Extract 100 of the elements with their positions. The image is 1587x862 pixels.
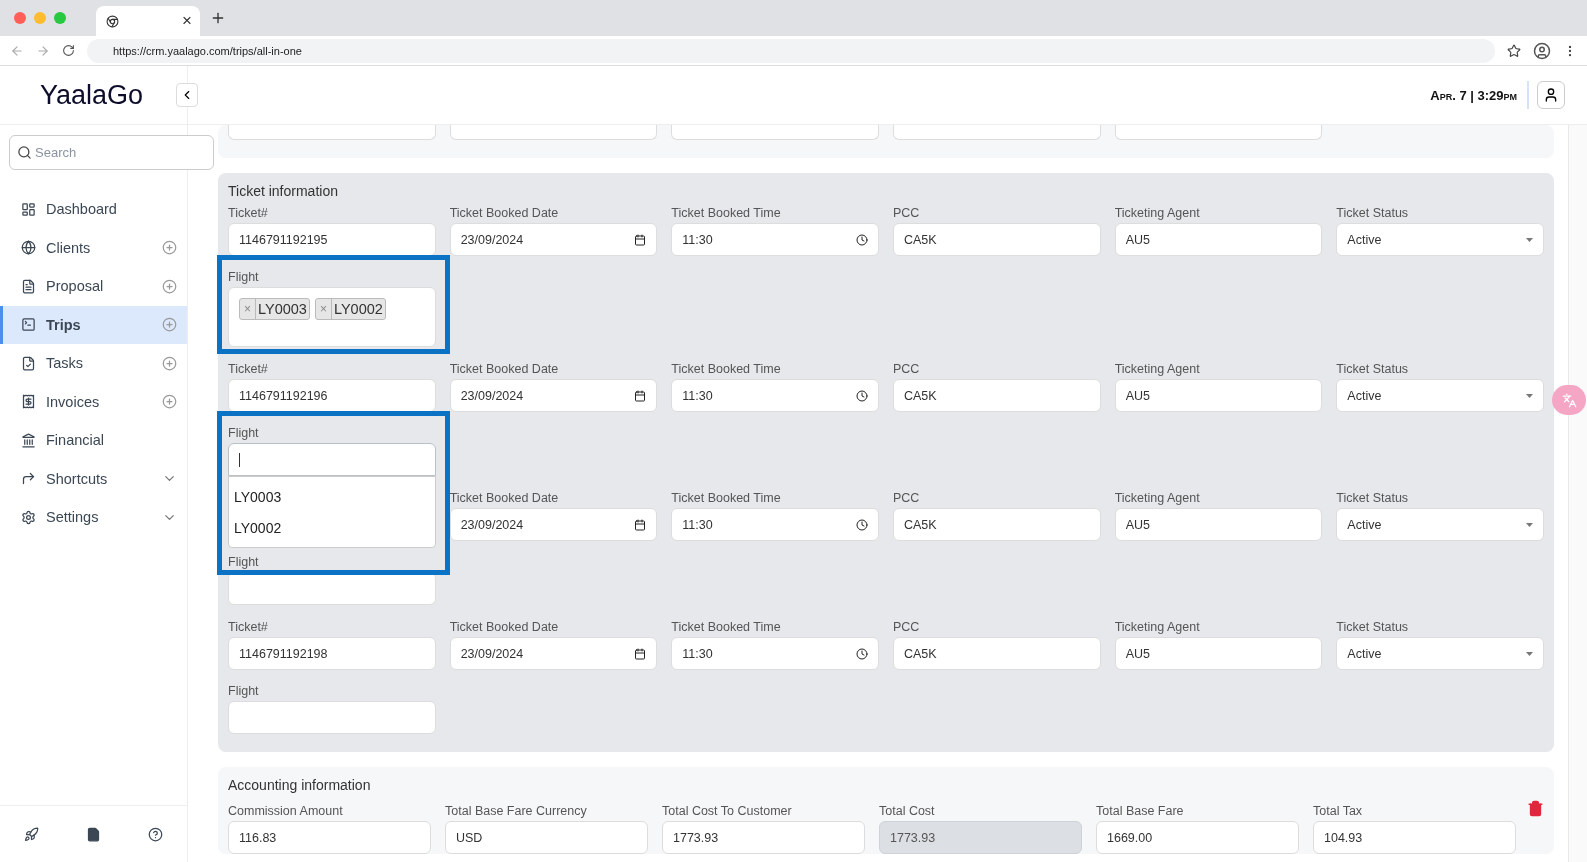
close-window-button[interactable] — [14, 12, 26, 24]
close-tab-button[interactable]: × — [182, 11, 192, 31]
date-field[interactable]: 23/09/2024 — [449, 223, 658, 256]
field-label: Ticketing Agent — [1114, 491, 1201, 505]
document-icon[interactable] — [86, 826, 101, 842]
time-field[interactable]: 11:30 — [671, 223, 879, 256]
field-label: Ticket Booked Date — [449, 620, 560, 634]
text-field[interactable]: CA5K — [893, 637, 1101, 670]
time-field[interactable]: 11:30 — [671, 379, 879, 412]
sidebar-item[interactable]: Proposal — [0, 267, 187, 306]
delete-icon[interactable] — [1527, 800, 1544, 817]
text-field[interactable]: 104.93 — [1313, 821, 1516, 854]
text-field[interactable]: 1773.93 — [662, 821, 865, 854]
text-field[interactable]: 1146791192196 — [228, 379, 436, 412]
flight-field[interactable] — [228, 701, 436, 734]
add-icon[interactable] — [162, 355, 177, 371]
field-label: PCC — [893, 620, 921, 634]
new-tab-icon[interactable] — [210, 10, 226, 26]
text-field[interactable]: CA5K — [893, 223, 1101, 256]
forward-icon[interactable] — [36, 43, 50, 58]
field-label: Ticket# — [228, 206, 269, 220]
status-select[interactable]: Active — [1336, 508, 1544, 541]
terminal-icon — [21, 317, 36, 333]
sidebar-item[interactable]: Tasks — [0, 344, 187, 383]
field-label: Ticket# — [228, 620, 269, 634]
translate-button[interactable] — [1552, 385, 1586, 415]
field-label: Ticketing Agent — [1114, 362, 1201, 376]
text-field[interactable] — [449, 125, 658, 140]
document-icon — [21, 278, 36, 294]
field-label: Flight — [228, 555, 260, 569]
reload-icon[interactable] — [62, 44, 75, 57]
time-field[interactable]: 11:30 — [671, 508, 879, 541]
checked-document-icon — [21, 355, 36, 371]
sidebar-item[interactable]: Trips — [0, 305, 187, 344]
text-field[interactable]: 1669.00 — [1096, 821, 1299, 854]
text-field[interactable]: CA5K — [893, 379, 1101, 412]
text-cursor — [239, 452, 240, 467]
sidebar-item[interactable]: Financial — [0, 421, 187, 460]
status-select[interactable]: Active — [1336, 637, 1544, 670]
text-field[interactable] — [671, 125, 879, 140]
field-label: Ticketing Agent — [1114, 620, 1201, 634]
user-button[interactable] — [1537, 81, 1565, 109]
flight-tag: × LY0003 — [239, 298, 310, 320]
text-field[interactable]: AU5 — [1114, 637, 1323, 670]
dropdown-option[interactable]: LY0003 — [229, 481, 435, 512]
add-icon[interactable] — [162, 240, 177, 256]
text-field[interactable]: 1146791192195 — [228, 223, 436, 256]
field-label: PCC — [893, 206, 921, 220]
text-field[interactable] — [1114, 125, 1323, 140]
status-select[interactable]: Active — [1336, 223, 1544, 256]
field-label: Ticket Booked Time — [671, 206, 782, 220]
sidebar-item[interactable]: Clients — [0, 228, 187, 267]
date-field[interactable]: 23/09/2024 — [449, 508, 658, 541]
section-title: Accounting information — [228, 777, 372, 793]
field-label: Ticket Booked Date — [449, 491, 560, 505]
field-label: Ticket Status — [1336, 620, 1410, 634]
text-field[interactable]: AU5 — [1114, 223, 1323, 256]
dropdown-option[interactable]: LY0002 — [229, 512, 435, 543]
add-icon[interactable] — [162, 317, 177, 333]
collapse-sidebar-button[interactable] — [176, 83, 198, 107]
text-field[interactable]: USD — [445, 821, 648, 854]
field-label: Commission Amount — [228, 804, 344, 818]
receipt-icon — [21, 394, 36, 410]
address-bar[interactable]: https://crm.yaalago.com/trips/all-in-one — [87, 38, 1495, 63]
field-label: Total Cost To Customer — [662, 804, 793, 818]
sidebar-item[interactable]: Settings — [0, 498, 187, 537]
add-icon[interactable] — [162, 278, 177, 294]
caret-icon — [1526, 651, 1533, 656]
text-field[interactable]: AU5 — [1114, 379, 1323, 412]
rocket-icon[interactable] — [23, 826, 39, 842]
field-label: Ticket Status — [1336, 206, 1410, 220]
status-select[interactable]: Active — [1336, 379, 1544, 412]
text-field[interactable] — [228, 125, 436, 140]
text-field[interactable]: CA5K — [893, 508, 1101, 541]
time-field[interactable]: 11:30 — [671, 637, 879, 670]
calendar-icon — [634, 518, 647, 531]
text-field[interactable]: 1146791192198 — [228, 637, 436, 670]
sidebar-item[interactable]: Shortcuts — [0, 459, 187, 498]
clock-icon — [856, 233, 868, 246]
add-icon[interactable] — [162, 394, 177, 410]
text-field[interactable]: 116.83 — [228, 821, 431, 854]
logo: YaalaGo — [40, 79, 144, 111]
back-icon[interactable] — [10, 43, 24, 58]
browser-tab[interactable]: × — [96, 6, 200, 36]
translate-icon — [1561, 392, 1577, 408]
maximize-window-button[interactable] — [54, 12, 66, 24]
date-field[interactable]: 23/09/2024 — [449, 379, 658, 412]
text-field[interactable]: AU5 — [1114, 508, 1323, 541]
text-field[interactable] — [893, 125, 1101, 140]
bookmark-star-icon[interactable] — [1507, 43, 1521, 58]
profile-icon[interactable] — [1533, 41, 1551, 60]
search-field[interactable]: Search — [9, 135, 214, 170]
sidebar-item[interactable]: Invoices — [0, 382, 187, 421]
date-field[interactable]: 23/09/2024 — [449, 637, 658, 670]
sidebar-item[interactable]: Dashboard — [0, 190, 187, 229]
field-label: Total Base Fare Currency — [445, 804, 588, 818]
help-icon[interactable] — [148, 826, 164, 842]
field-label: Ticket Status — [1336, 491, 1410, 505]
calendar-icon — [634, 233, 647, 246]
flight-field[interactable] — [228, 443, 436, 476]
